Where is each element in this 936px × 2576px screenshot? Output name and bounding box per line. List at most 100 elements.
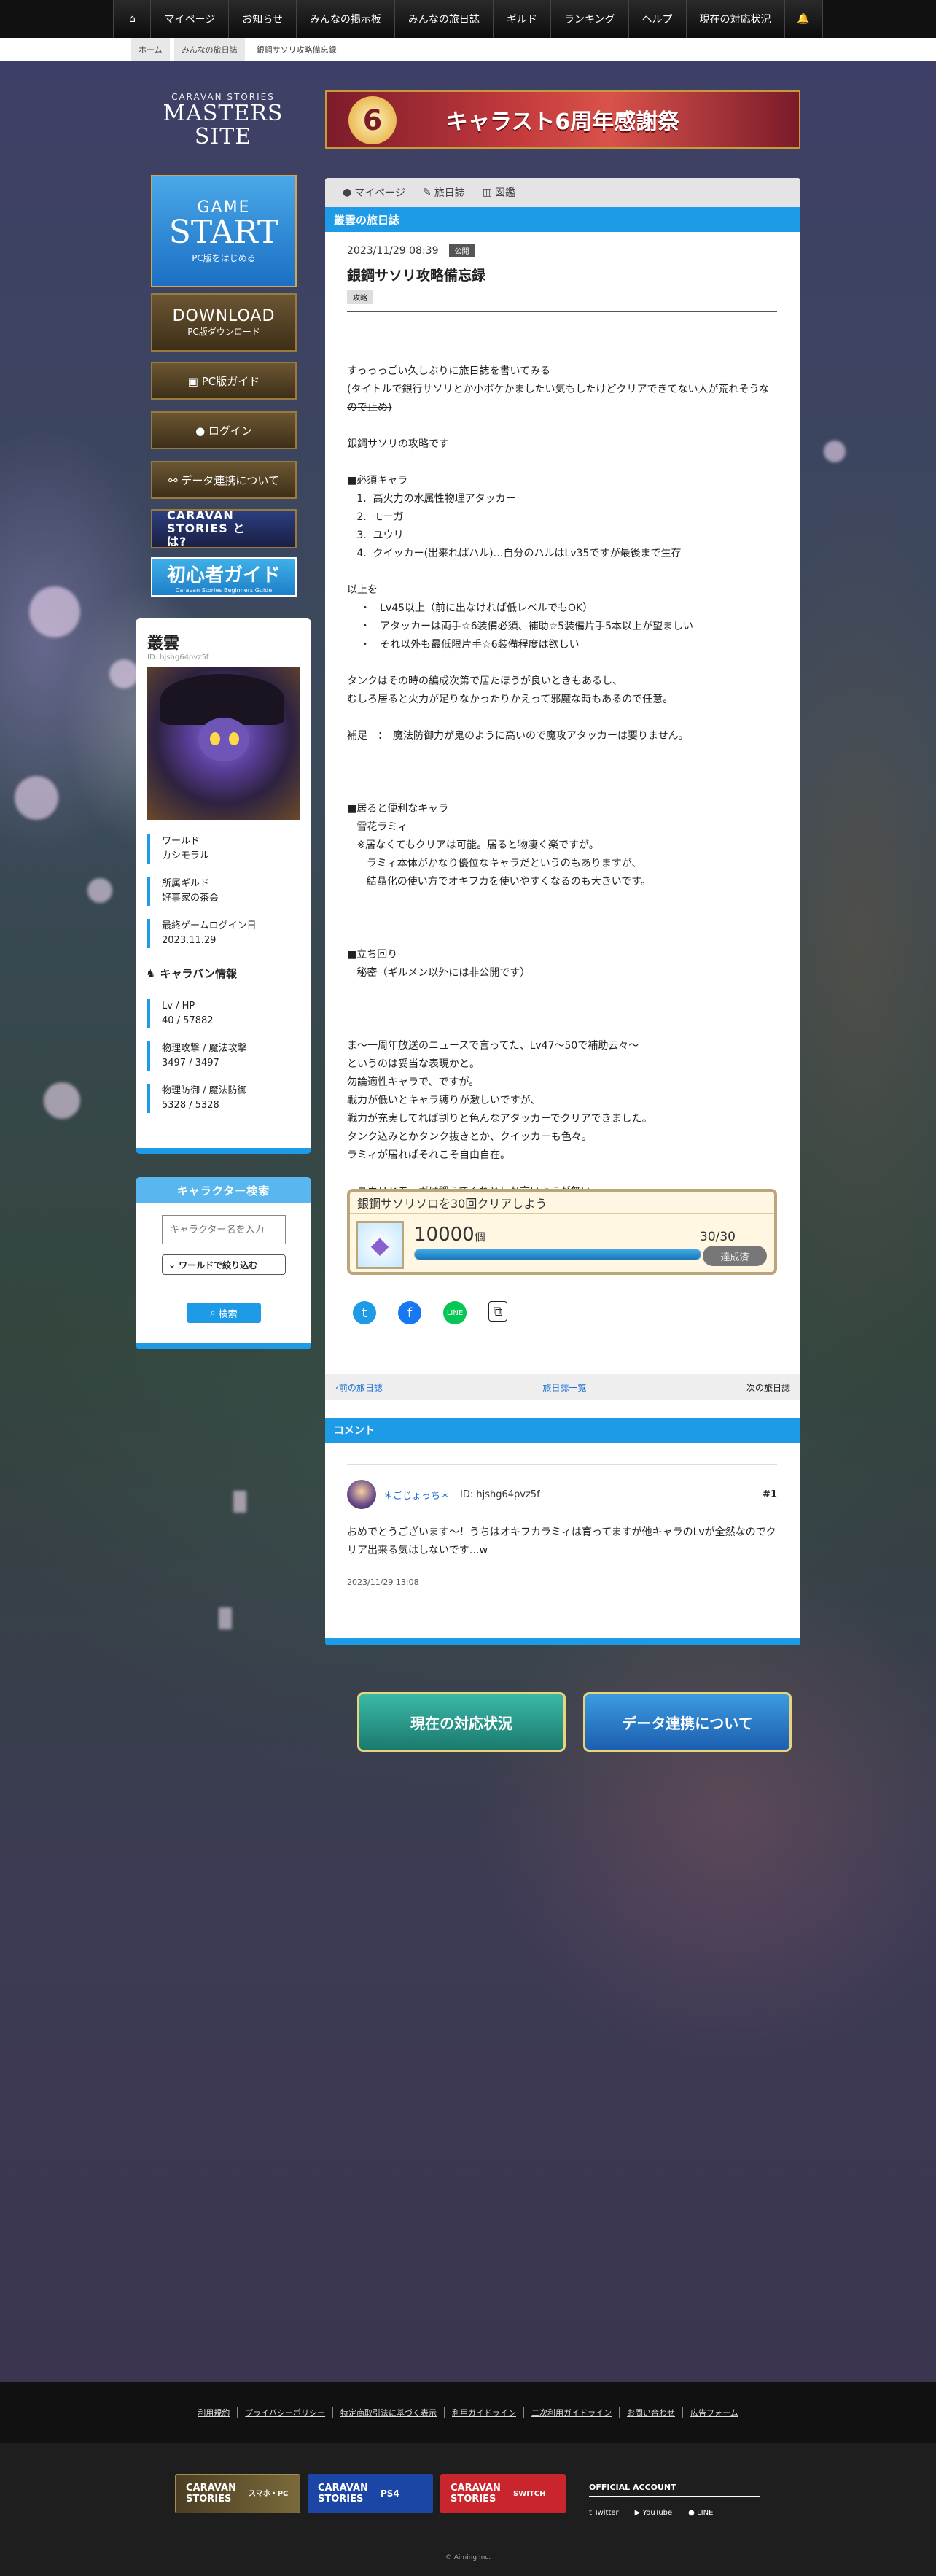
article-tag[interactable]: 攻略 <box>347 290 373 304</box>
world-info: ワールド カシモラル <box>147 834 209 864</box>
user-icon: ● <box>195 424 208 438</box>
prev-journal-label: 前の旅日誌 <box>338 1382 383 1393</box>
comment-author[interactable]: ＊ごじょっち＊ <box>383 1488 450 1502</box>
profile-card: 叢雲 ID: hjshg64pvz5f ワールド カシモラル 所属ギルド 好事家… <box>136 618 311 1154</box>
footer-line-label: LINE <box>697 2509 714 2517</box>
nav-guild[interactable]: ギルド <box>493 0 551 38</box>
article-line <box>347 1019 777 1037</box>
platform-switch[interactable]: CARAVAN STORIES SWITCH <box>440 2474 566 2513</box>
nav-journal[interactable]: みんなの旅日誌 <box>394 0 494 38</box>
line-icon[interactable]: LINE <box>443 1301 467 1324</box>
data-link-button[interactable]: ⚯ データ連携について <box>151 461 297 499</box>
article-line: ※居なくてもクリアは可能。居ると物凄く楽ですが。 <box>347 839 599 851</box>
copy-icon[interactable]: ⧉ <box>488 1301 507 1322</box>
article-line: 戦力が充実してれば割りと色んなアタッカーでクリアできました。 <box>347 1113 652 1125</box>
world-value: カシモラル <box>162 850 210 861</box>
platform-3-sub: SWITCH <box>513 2489 546 2498</box>
platform-ps4[interactable]: CARAVAN STORIES PS4 <box>308 2474 433 2513</box>
footer-link-secondary[interactable]: 二次利用ガイドライン <box>523 2407 619 2418</box>
tab-journal[interactable]: ✎ 旅日誌 <box>414 178 474 207</box>
def-label: 物理防御 / 魔法防御 <box>162 1085 247 1096</box>
cs-label: CARAVAN STORIES とは? <box>167 508 246 548</box>
footer-link-commerce[interactable]: 特定商取引法に基づく表示 <box>332 2407 444 2418</box>
login-button[interactable]: ● ログイン <box>151 411 297 449</box>
prev-journal-link[interactable]: ‹前の旅日誌 <box>335 1381 383 1394</box>
nav-ranking[interactable]: ランキング <box>550 0 629 38</box>
journal-list-link[interactable]: 旅日誌一覧 <box>542 1381 586 1394</box>
nav-board[interactable]: みんなの掲示板 <box>296 0 395 38</box>
article-line: 戦力が低いとキャラ縛りが激しいですが、 <box>347 1095 541 1106</box>
anniversary-banner[interactable]: 6 キャラスト6周年感謝祭 <box>325 90 800 149</box>
login-info: 最終ゲームログイン日 2023.11.29 <box>147 919 257 948</box>
article-line: ■居ると便利なキャラ <box>347 803 449 815</box>
bell-icon[interactable]: 🔔 <box>784 0 823 38</box>
copyright: © Aiming Inc. <box>445 2554 491 2561</box>
home-icon[interactable]: ⌂ <box>113 0 152 38</box>
pc-guide-button[interactable]: ▣ PC版ガイド <box>151 362 297 400</box>
top-navigation: ⌂ マイページ お知らせ みんなの掲示板 みんなの旅日誌 ギルド ランキング ヘ… <box>0 0 936 38</box>
caravan-stories-button[interactable]: CARAVAN STORIES とは? <box>151 509 297 548</box>
article-line: (タイトルで銀行サソリとか小ボケかましたい気もしたけどクリアできてない人が荒れそ… <box>347 384 770 414</box>
comment-text: おめでとうございます〜！うちはオキフカラミィは育ってますが他キャラのLvが全然な… <box>347 1526 776 1556</box>
avatar <box>147 667 300 820</box>
footer-youtube[interactable]: ▶ YouTube <box>635 2509 673 2517</box>
article-line <box>347 563 777 581</box>
article-line: ・ アタッカーは両手☆6装備必須、補助☆5装備片手5本以上が望ましい <box>347 621 693 632</box>
guild-info: 所属ギルド 好事家の茶会 <box>147 877 219 906</box>
article-line <box>347 982 777 1001</box>
login-date-label: 最終ゲームログイン日 <box>162 920 257 931</box>
platform-smartphone-pc[interactable]: CARAVAN STORIES スマホ・PC <box>175 2474 300 2513</box>
footer-link-contact[interactable]: お問い合わせ <box>619 2407 682 2418</box>
comment-number: #1 <box>763 1489 777 1500</box>
facebook-icon[interactable]: f <box>398 1301 421 1324</box>
article-line: 3. ユウリ <box>347 529 404 541</box>
world-filter-button[interactable]: ⌄ ワールドで絞り込む <box>162 1254 286 1275</box>
footer-twitter[interactable]: t Twitter <box>589 2509 619 2517</box>
article-line: 1. 高火力の水属性物理アタッカー <box>347 493 516 505</box>
site-logo[interactable]: CARAVAN STORIES MASTERS SITE <box>131 92 315 149</box>
tab-encyclopedia[interactable]: ▥ 図鑑 <box>474 178 524 207</box>
search-button[interactable]: ⌕ 検索 <box>187 1303 261 1323</box>
breadcrumb-journal[interactable]: みんなの旅日誌 <box>173 38 245 61</box>
platform-1-name: CARAVAN STORIES <box>186 2483 236 2505</box>
character-search: キャラクター検索 ⌄ ワールドで絞り込む ⌕ 検索 <box>136 1177 311 1349</box>
quest-progress-bar <box>414 1249 701 1260</box>
youtube-icon: ▶ <box>634 2509 643 2517</box>
character-name-input[interactable] <box>162 1215 286 1244</box>
article-line <box>347 782 777 800</box>
beginner-guide-button[interactable]: 初心者ガイド Caravan Stories Beginners Guide <box>151 557 297 597</box>
nav-help[interactable]: ヘルプ <box>628 0 687 38</box>
platform-1-sub: スマホ・PC <box>249 2489 289 2498</box>
crystal-icon: ◆ <box>356 1221 404 1269</box>
quest-progress: 30/30 <box>700 1230 736 1244</box>
footer-link-ads[interactable]: 広告フォーム <box>682 2407 746 2418</box>
article-line <box>347 454 777 472</box>
guild-value[interactable]: 好事家の茶会 <box>162 891 219 906</box>
nav-news[interactable]: お知らせ <box>229 0 297 38</box>
line-icon: ● <box>688 2509 698 2517</box>
quest-reward: 10000個 <box>414 1224 485 1246</box>
quest-reward-unit: 個 <box>474 1230 485 1244</box>
game-start-button[interactable]: GAME START PC版をはじめる <box>151 175 297 287</box>
article-line <box>347 1165 777 1183</box>
footer-youtube-label: YouTube <box>642 2509 673 2517</box>
status-button[interactable]: 現在の対応状況 <box>357 1692 566 1752</box>
footer-link-guidelines[interactable]: 利用ガイドライン <box>444 2407 523 2418</box>
tab-mypage[interactable]: ● マイページ <box>334 178 414 207</box>
comment-author-id: ID: hjshg64pvz5f <box>460 1489 540 1500</box>
article-line: 結晶化の使い方でオキフカを使いやすくなるのも大きいです。 <box>347 876 651 888</box>
footer-link-privacy[interactable]: プライバシーポリシー <box>237 2407 332 2418</box>
search-button-label: 検索 <box>218 1308 238 1320</box>
beginner-t1: 初心者ガイド <box>166 565 281 586</box>
breadcrumb-home[interactable]: ホーム <box>131 38 170 61</box>
data-link-bottom-button[interactable]: データ連携について <box>583 1692 792 1752</box>
nav-status[interactable]: 現在の対応状況 <box>686 0 785 38</box>
article-line <box>347 1001 777 1019</box>
download-button[interactable]: DOWNLOAD PC版ダウンロード <box>151 293 297 352</box>
atk-label: 物理攻撃 / 魔法攻撃 <box>162 1043 247 1054</box>
twitter-icon[interactable]: t <box>353 1301 376 1324</box>
nav-mypage[interactable]: マイページ <box>151 0 230 38</box>
footer-link-terms[interactable]: 利用規約 <box>190 2407 237 2418</box>
footer-line[interactable]: ● LINE <box>688 2509 713 2517</box>
footer-links: 利用規約 プライバシーポリシー 特定商取引法に基づく表示 利用ガイドライン 二次… <box>0 2382 936 2443</box>
